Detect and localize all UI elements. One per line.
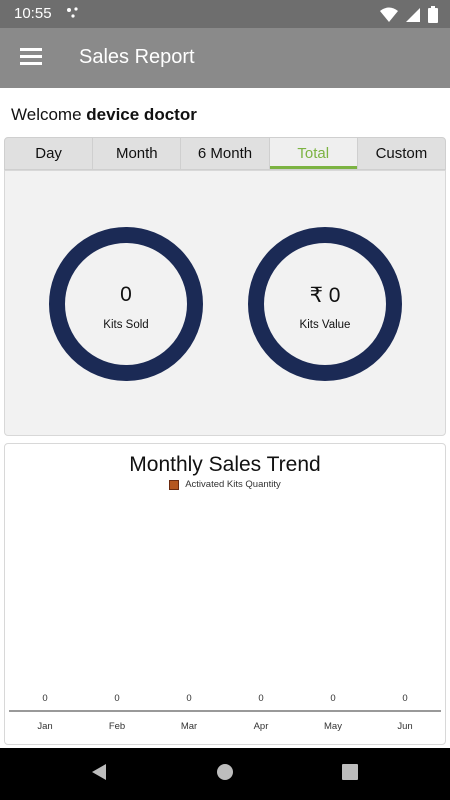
- x-tick-label-mar: Mar: [181, 721, 197, 732]
- home-icon[interactable]: [216, 762, 234, 782]
- tab-total[interactable]: Total: [269, 138, 358, 169]
- tab-6-month[interactable]: 6 Month: [181, 138, 270, 169]
- kits-value-label: Kits Value: [299, 319, 351, 331]
- menu-icon[interactable]: [20, 48, 42, 66]
- tab-custom[interactable]: Custom: [358, 138, 445, 169]
- page-title: Sales Report: [79, 46, 195, 68]
- signal-icon: [405, 7, 420, 22]
- notification-dots-icon: [67, 7, 78, 18]
- monthly-sales-chart: Monthly Sales Trend Activated Kits Quant…: [4, 443, 446, 745]
- tab-month[interactable]: Month: [93, 138, 182, 169]
- recents-icon[interactable]: [341, 762, 359, 782]
- kpi-card: 0 Kits Sold ₹ 0 Kits Value: [4, 170, 446, 436]
- kits-sold-label: Kits Sold: [103, 319, 149, 331]
- data-label-jun: 0: [402, 693, 407, 704]
- x-tick-label-jan: Jan: [37, 721, 52, 732]
- back-icon[interactable]: [90, 762, 108, 782]
- status-time: 10:55: [14, 5, 52, 22]
- data-label-apr: 0: [258, 693, 263, 704]
- battery-icon: [428, 6, 438, 24]
- data-label-feb: 0: [114, 693, 119, 704]
- x-tick-label-feb: Feb: [109, 721, 125, 732]
- welcome-prefix: Welcome: [11, 105, 82, 124]
- x-tick-label-may: May: [324, 721, 342, 732]
- chart-plot: 0 Jan 0 Feb 0 Mar 0 Apr 0 May 0 Jun: [9, 693, 441, 732]
- kits-value-value: ₹ 0: [309, 284, 341, 307]
- data-label-jan: 0: [42, 693, 47, 704]
- system-nav-bar: [0, 748, 450, 800]
- data-label-mar: 0: [186, 693, 191, 704]
- app-bar: Sales Report: [0, 28, 450, 88]
- welcome-message: Welcome device doctor: [11, 105, 197, 125]
- kits-value-ring: ₹ 0 Kits Value: [248, 227, 402, 381]
- x-tick-label-jun: Jun: [397, 721, 412, 732]
- kits-sold-value: 0: [120, 283, 132, 306]
- welcome-user-name: device doctor: [86, 105, 197, 124]
- status-bar: 10:55: [0, 0, 450, 28]
- data-label-may: 0: [330, 693, 335, 704]
- kits-sold-ring: 0 Kits Sold: [49, 227, 203, 381]
- period-tabs: Day Month 6 Month Total Custom: [4, 137, 446, 170]
- tab-day[interactable]: Day: [5, 138, 94, 169]
- x-tick-label-apr: Apr: [254, 721, 269, 732]
- wifi-icon: [380, 7, 399, 22]
